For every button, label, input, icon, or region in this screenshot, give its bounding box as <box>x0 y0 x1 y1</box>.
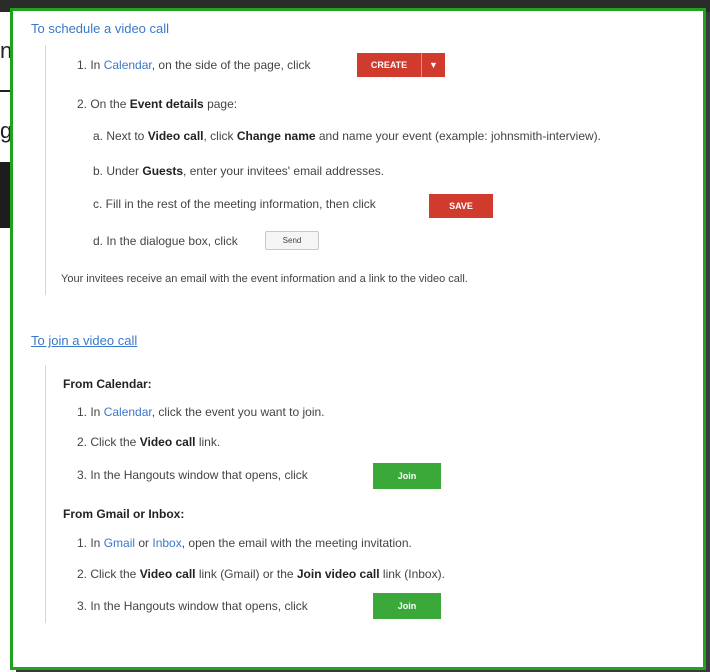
from-calendar-title: From Calendar: <box>63 377 152 391</box>
schedule-heading-link[interactable]: To schedule a video call <box>31 21 169 36</box>
schedule-substep-b: b. Under Guests, enter your invitees' em… <box>93 164 385 178</box>
gmail-link[interactable]: Gmail <box>104 536 135 550</box>
inbox-link[interactable]: Inbox <box>152 536 181 550</box>
schedule-step-2: 2. On the Event details page: <box>77 97 238 111</box>
join-section-rule <box>45 365 46 623</box>
join-button-calendar[interactable]: Join <box>373 463 441 489</box>
join-gmail-step-1: 1. In Gmail or Inbox, open the email wit… <box>77 536 412 550</box>
create-button[interactable]: CREATE ▼ <box>357 53 445 77</box>
schedule-note: Your invitees receive an email with the … <box>61 273 468 285</box>
save-button[interactable]: SAVE <box>429 194 493 218</box>
help-panel: To schedule a video call 1. In Calendar,… <box>10 8 706 670</box>
join-gmail-step-2: 2. Click the Video call link (Gmail) or … <box>77 567 445 581</box>
join-calendar-step-1: 1. In Calendar, click the event you want… <box>77 405 325 419</box>
calendar-link[interactable]: Calendar <box>104 58 152 72</box>
dropdown-arrow-icon: ▼ <box>429 60 438 70</box>
join-calendar-step-3: 3. In the Hangouts window that opens, cl… <box>77 468 308 482</box>
schedule-substep-d: d. In the dialogue box, click <box>93 234 238 248</box>
calendar-link[interactable]: Calendar <box>104 405 152 419</box>
join-gmail-step-3: 3. In the Hangouts window that opens, cl… <box>77 599 308 613</box>
schedule-substep-c: c. Fill in the rest of the meeting infor… <box>93 197 376 211</box>
join-button-gmail[interactable]: Join <box>373 593 441 619</box>
from-gmail-title: From Gmail or Inbox: <box>63 507 185 521</box>
schedule-step-1: 1. In Calendar, on the side of the page,… <box>77 58 311 72</box>
schedule-section-rule <box>45 45 46 295</box>
join-heading-link[interactable]: To join a video call <box>31 333 137 348</box>
join-calendar-step-2: 2. Click the Video call link. <box>77 435 221 449</box>
schedule-substep-a: a. Next to Video call, click Change name… <box>93 129 602 143</box>
send-button[interactable]: Send <box>265 231 319 250</box>
